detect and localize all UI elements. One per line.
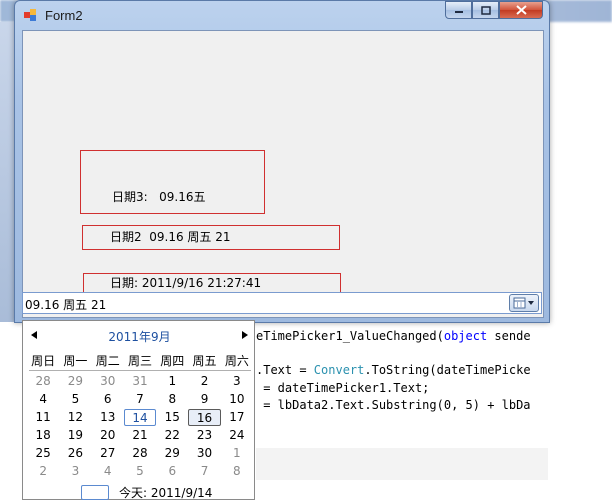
caption-buttons	[445, 1, 543, 21]
calendar-day[interactable]: 29	[156, 445, 188, 462]
calendar-day[interactable]: 1	[156, 373, 188, 390]
calendar-day[interactable]: 2	[188, 373, 220, 390]
calendar-day[interactable]: 4	[92, 463, 124, 480]
calendar-day[interactable]: 20	[92, 427, 124, 444]
weekday-sat: 周六	[224, 353, 249, 368]
calendar-day[interactable]: 5	[124, 463, 156, 480]
date2-label: 日期2 09.16 周五 21	[110, 230, 231, 244]
today-marker	[81, 484, 109, 500]
minimize-button[interactable]	[445, 1, 472, 19]
weekday-tue: 周二	[95, 353, 120, 368]
datetime-picker-value[interactable]: 09.16 周五 21	[25, 296, 106, 313]
month-calendar-dropdown: 2011年9月 周日 周一 周二 周三 周四 周五 周六 28 29 30 31…	[22, 320, 255, 500]
calendar-header: 2011年9月	[23, 327, 256, 345]
calendar-day[interactable]: 13	[92, 409, 124, 426]
calendar-week-5: 25 26 27 28 29 30 1	[27, 444, 253, 462]
calendar-day[interactable]: 28	[27, 373, 59, 390]
title-bar[interactable]: Form2	[15, 1, 549, 29]
weekday-fri: 周五	[192, 353, 217, 368]
code-line-4: = lbData2.Text.Substring(0, 5) + lbDa	[256, 398, 531, 412]
date1-label: 日期: 2011/9/16 21:27:41	[110, 276, 262, 290]
calendar-day[interactable]: 2	[27, 463, 59, 480]
calendar-week-1: 28 29 30 31 1 2 3	[27, 372, 253, 390]
form2-window: Form2 日期3: 09.16五 日期2 09.16 周五 21 日期: 20…	[14, 0, 550, 323]
calendar-day[interactable]: 25	[27, 445, 59, 462]
calendar-day[interactable]: 8	[156, 391, 188, 408]
calendar-day-today[interactable]: 14	[123, 408, 157, 426]
form-client-area: 日期3: 09.16五 日期2 09.16 周五 21 日期: 2011/9/1…	[22, 30, 544, 318]
calendar-day[interactable]: 7	[188, 463, 220, 480]
calendar-day[interactable]: 12	[59, 409, 91, 426]
calendar-day[interactable]: 6	[92, 391, 124, 408]
calendar-day[interactable]: 29	[59, 373, 91, 390]
calendar-day[interactable]: 10	[221, 391, 253, 408]
maximize-icon	[480, 5, 491, 15]
weekday-thu: 周四	[160, 353, 185, 368]
calendar-day[interactable]: 26	[59, 445, 91, 462]
calendar-day[interactable]: 9	[188, 391, 220, 408]
calendar-day[interactable]: 18	[27, 427, 59, 444]
calendar-day[interactable]: 17	[221, 409, 253, 426]
calendar-day[interactable]: 22	[156, 427, 188, 444]
calendar-grid: 周日 周一 周二 周三 周四 周五 周六 28 29 30 31 1 2 3 4…	[27, 352, 253, 480]
date3-label: 日期3: 09.16五	[112, 190, 206, 204]
calendar-day[interactable]: 19	[59, 427, 91, 444]
calendar-day[interactable]: 4	[27, 391, 59, 408]
calendar-day[interactable]: 3	[221, 373, 253, 390]
calendar-week-2: 4 5 6 7 8 9 10	[27, 390, 253, 408]
calendar-day[interactable]: 11	[27, 409, 59, 426]
calendar-week-3: 11 12 13 14 15 16 17	[27, 408, 253, 426]
maximize-button[interactable]	[472, 1, 499, 19]
calendar-day[interactable]: 24	[221, 427, 253, 444]
calendar-day[interactable]: 30	[92, 373, 124, 390]
next-month-button[interactable]	[238, 327, 252, 343]
close-icon	[515, 5, 527, 15]
app-icon	[24, 9, 36, 21]
weekday-sun: 周日	[31, 353, 56, 368]
calendar-day[interactable]: 3	[59, 463, 91, 480]
calendar-day[interactable]: 15	[156, 409, 188, 426]
window-title: Form2	[45, 8, 83, 23]
calendar-dropdown-icon	[513, 297, 534, 309]
calendar-day[interactable]: 28	[124, 445, 156, 462]
calendar-day[interactable]: 31	[124, 373, 156, 390]
weekday-mon: 周一	[63, 353, 88, 368]
calendar-day-selected[interactable]: 16	[188, 408, 221, 426]
calendar-day[interactable]: 1	[221, 445, 253, 462]
weekday-wed: 周三	[127, 353, 152, 368]
calendar-day[interactable]: 7	[124, 391, 156, 408]
minimize-icon	[454, 11, 463, 13]
code-line-2: .Text = Convert.ToString(dateTimePicke	[256, 363, 531, 377]
weekday-header-row: 周日 周一 周二 周三 周四 周五 周六	[27, 352, 253, 370]
calendar-day[interactable]: 27	[92, 445, 124, 462]
close-button[interactable]	[499, 1, 543, 19]
code-line-3: = dateTimePicker1.Text;	[256, 381, 430, 395]
calendar-day[interactable]: 6	[156, 463, 188, 480]
datetime-picker[interactable]: 09.16 周五 21	[22, 292, 542, 314]
editor-gray-band	[256, 448, 548, 480]
calendar-day[interactable]: 30	[188, 445, 220, 462]
calendar-divider	[29, 370, 251, 371]
calendar-day[interactable]: 21	[124, 427, 156, 444]
calendar-dropdown-button[interactable]	[509, 294, 539, 312]
calendar-day[interactable]: 23	[188, 427, 220, 444]
triangle-right-icon	[242, 331, 248, 339]
today-link[interactable]: 今天: 2011/9/14	[81, 484, 212, 500]
calendar-day[interactable]: 5	[59, 391, 91, 408]
calendar-week-4: 18 19 20 21 22 23 24	[27, 426, 253, 444]
code-line-1: eTimePicker1_ValueChanged(object sende	[256, 329, 531, 343]
calendar-day[interactable]: 8	[221, 463, 253, 480]
calendar-week-6: 2 3 4 5 6 7 8	[27, 462, 253, 480]
today-text[interactable]: 今天: 2011/9/14	[119, 484, 212, 501]
calendar-month-title[interactable]: 2011年9月	[23, 328, 256, 345]
